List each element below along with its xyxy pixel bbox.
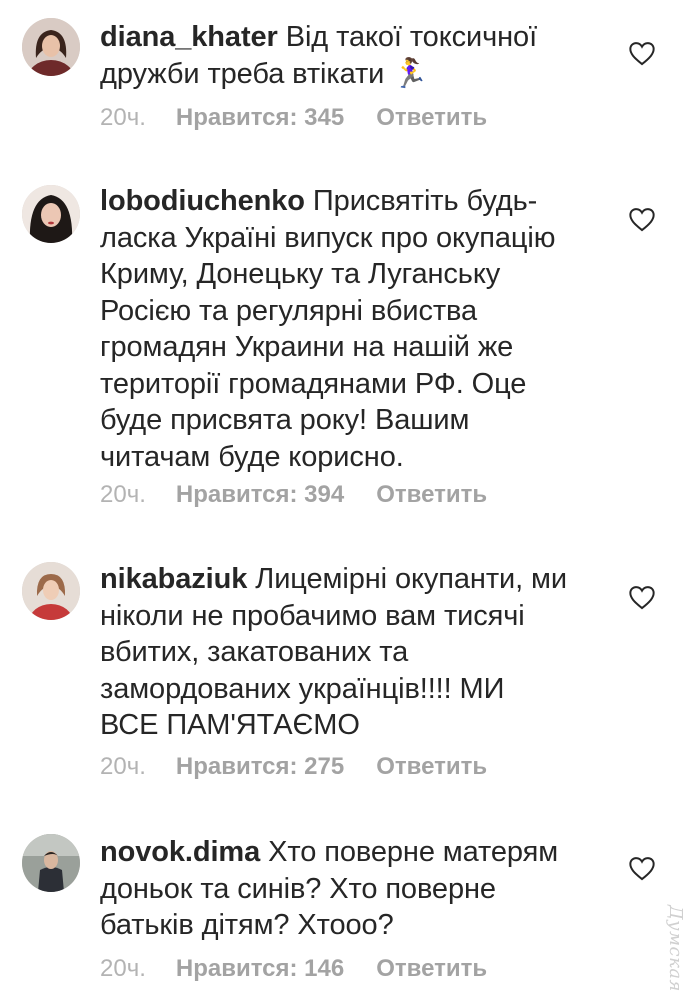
comment-text: lobodiuchenko Присвятіть будь-ласка Украї… bbox=[100, 183, 570, 475]
comment-likes[interactable]: Нравится: 394 bbox=[176, 481, 344, 508]
comment-likes[interactable]: Нравится: 146 bbox=[176, 955, 344, 982]
comment-time: 20ч. bbox=[100, 753, 146, 780]
comment-username[interactable]: lobodiuchenko bbox=[100, 185, 305, 217]
comment-text: nikabaziuk Лицемірні окупанти, ми ніколи … bbox=[100, 561, 570, 744]
avatar[interactable] bbox=[22, 18, 80, 76]
avatar[interactable] bbox=[22, 834, 80, 892]
reply-button[interactable]: Ответить bbox=[376, 104, 487, 131]
reply-button[interactable]: Ответить bbox=[376, 481, 487, 508]
comment-text: novok.dima Хто поверне матерям доньок та … bbox=[100, 834, 570, 944]
comment-meta: 20ч. Нравится: 275 Ответить bbox=[100, 753, 487, 781]
comment-likes[interactable]: Нравится: 345 bbox=[176, 104, 344, 131]
comment-username[interactable]: novok.dima bbox=[100, 836, 260, 868]
reply-button[interactable]: Ответить bbox=[376, 955, 487, 982]
avatar[interactable] bbox=[22, 562, 80, 620]
heart-outline-icon[interactable] bbox=[628, 40, 656, 66]
comment-likes[interactable]: Нравится: 275 bbox=[176, 753, 344, 780]
reply-button[interactable]: Ответить bbox=[376, 753, 487, 780]
avatar[interactable] bbox=[22, 185, 80, 243]
comment-meta: 20ч. Нравится: 345 Ответить bbox=[100, 104, 487, 132]
heart-outline-icon[interactable] bbox=[628, 584, 656, 610]
heart-outline-icon[interactable] bbox=[628, 206, 656, 232]
heart-outline-icon[interactable] bbox=[628, 855, 656, 881]
comment-body: Присвятіть будь-ласка Україні випуск про… bbox=[100, 185, 556, 473]
comment-time: 20ч. bbox=[100, 955, 146, 982]
comment-meta: 20ч. Нравится: 394 Ответить bbox=[100, 481, 487, 509]
comment-time: 20ч. bbox=[100, 104, 146, 131]
comment-time: 20ч. bbox=[100, 481, 146, 508]
comment-username[interactable]: diana_khater bbox=[100, 21, 278, 53]
watermark: Думская bbox=[665, 905, 686, 992]
comment-meta: 20ч. Нравится: 146 Ответить bbox=[100, 955, 487, 983]
comment-username[interactable]: nikabaziuk bbox=[100, 563, 247, 595]
comment-text: diana_khater Від такої токсичної дружби т… bbox=[100, 19, 570, 92]
